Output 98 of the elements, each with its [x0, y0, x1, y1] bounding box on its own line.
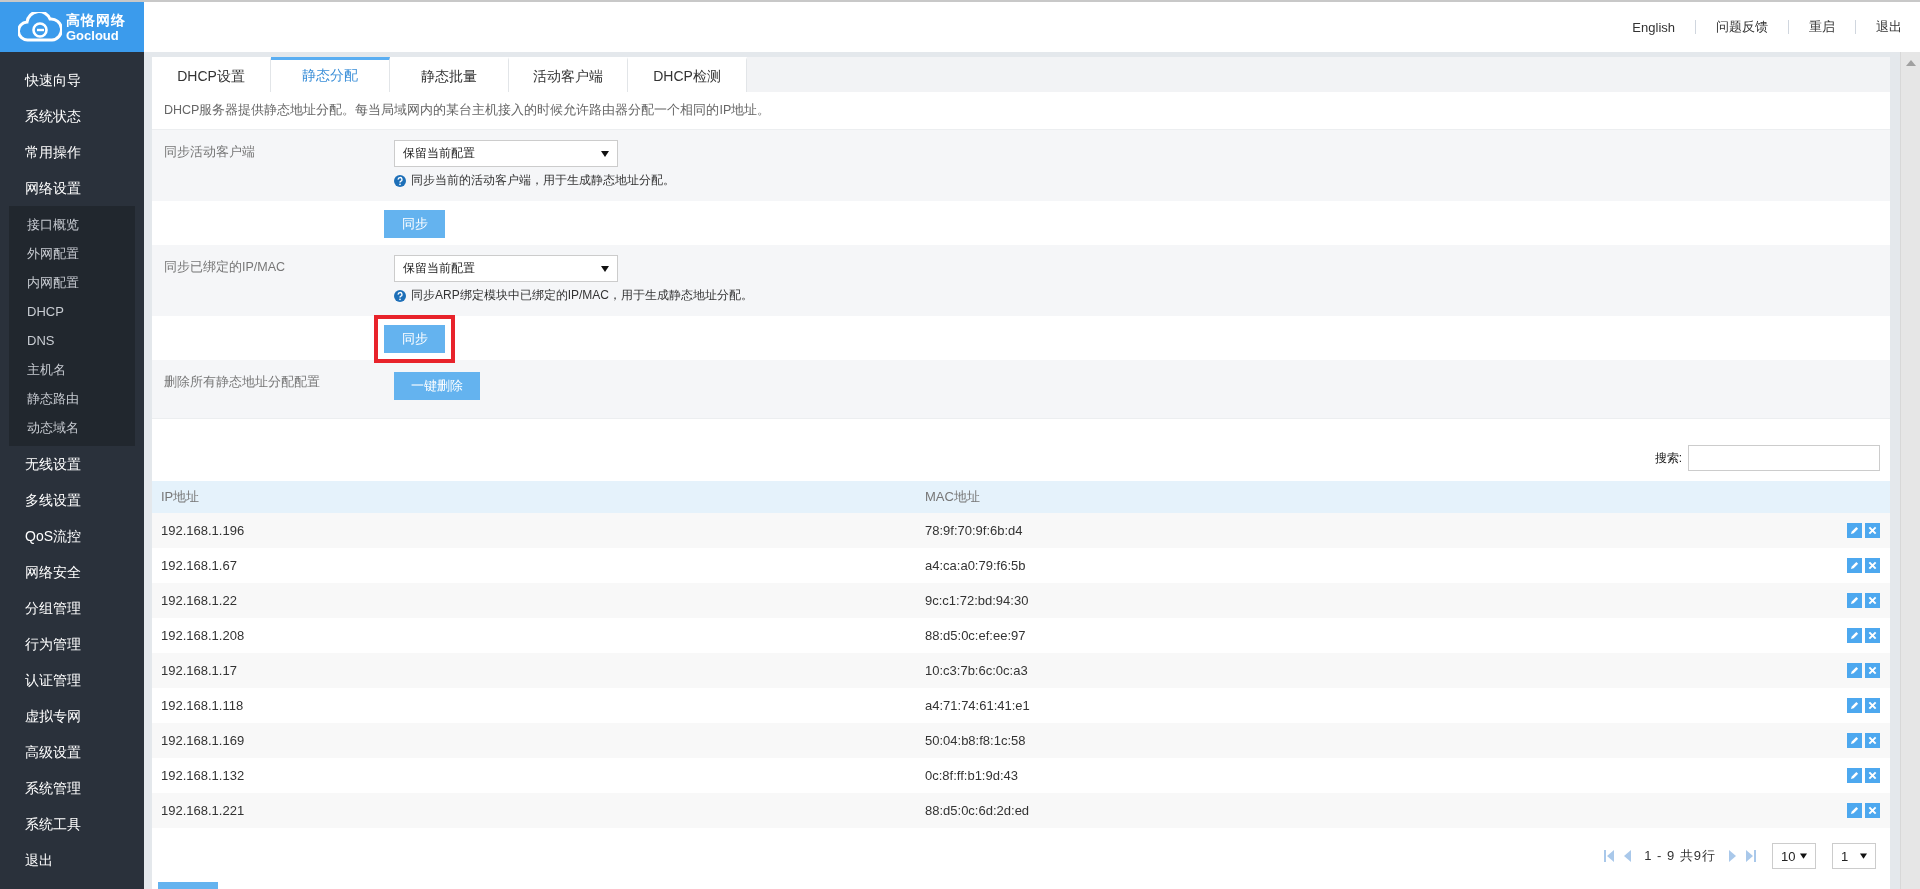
table-cell-text: 192.168.1.132 [160, 768, 246, 783]
header-link[interactable]: English [1612, 19, 1695, 35]
table-cell-text: 192.168.1.67 [160, 558, 238, 573]
close-icon[interactable] [1865, 523, 1880, 538]
caret-icon[interactable] [1860, 853, 1867, 859]
table-cell-text: 192.168.1.22 [160, 593, 238, 608]
table-cell-text: 10:c3:7b:6c:0c:a3 [924, 663, 1029, 678]
previous-page-icon[interactable] [1622, 850, 1633, 862]
table-cell-text: 88:d5:0c:ef:ee:97 [924, 628, 1027, 643]
tab[interactable]: DHCP设置 [152, 57, 271, 92]
submenu-item[interactable]: DHCP [9, 297, 135, 326]
help-icon [394, 289, 406, 302]
nav-item[interactable]: 退出 [0, 842, 144, 878]
close-icon[interactable] [1865, 698, 1880, 713]
nav-item[interactable]: 认证管理 [0, 662, 144, 698]
table-cell-text: 192.168.1.221 [160, 803, 246, 818]
table-cell-text: 192.168.1.118 [160, 698, 245, 713]
nav-item[interactable]: 快速向导 [0, 62, 144, 98]
close-icon[interactable] [1865, 768, 1880, 783]
edit-icon[interactable] [1847, 593, 1862, 608]
table-cell-text: 9c:c1:72:bd:94:30 [924, 593, 1030, 608]
column-header: MAC地址 [924, 488, 981, 506]
edit-icon[interactable] [1847, 733, 1862, 748]
table-cell-text: 78:9f:70:9f:6b:d4 [924, 523, 1024, 538]
nav-item[interactable]: QoS流控 [0, 518, 144, 554]
header-link[interactable]: 退出 [1856, 18, 1902, 36]
logo-subtitle: Gocloud [66, 28, 120, 42]
caret-icon[interactable] [601, 265, 609, 272]
dropdown[interactable]: 保留当前配置 [394, 255, 618, 282]
cloud-logo-icon [18, 12, 62, 42]
nav-item[interactable]: 系统管理 [0, 770, 144, 806]
caret-icon[interactable] [1800, 853, 1807, 859]
edit-icon[interactable] [1847, 698, 1862, 713]
nav-item[interactable]: 高级设置 [0, 734, 144, 770]
table-cell-text: 192.168.1.17 [160, 663, 238, 678]
field-label: 删除所有静态地址分配配置 [164, 375, 320, 389]
tab[interactable]: 活动客户端 [509, 57, 628, 92]
close-icon[interactable] [1865, 593, 1880, 608]
help-text: 同步当前的活动客户端，用于生成静态地址分配。 [411, 172, 675, 189]
table-cell-text: a4:71:74:61:41:e1 [924, 698, 1031, 713]
header-link[interactable]: 问题反馈 [1696, 18, 1788, 36]
table-cell-text: 192.168.1.196 [160, 523, 246, 538]
edit-icon[interactable] [1847, 523, 1862, 538]
submenu-item[interactable]: 内网配置 [9, 268, 135, 297]
table-cell-text: 0c:8f:ff:b1:9d:43 [924, 768, 1019, 783]
tab[interactable]: 静态分配 [271, 57, 390, 92]
page-summary: 1 - 9 共9行 [1644, 847, 1716, 865]
edit-icon[interactable] [1847, 768, 1862, 783]
edit-icon[interactable] [1847, 663, 1862, 678]
nav-item[interactable]: 多线设置 [0, 482, 144, 518]
edit-icon[interactable] [1847, 628, 1862, 643]
table-cell-text: 50:04:b8:f8:1c:58 [924, 733, 1027, 748]
table-cell-text: 192.168.1.208 [160, 628, 246, 643]
close-icon[interactable] [1865, 558, 1880, 573]
edit-icon[interactable] [1847, 803, 1862, 818]
nav-item[interactable]: 无线设置 [0, 446, 144, 482]
close-icon[interactable] [1865, 628, 1880, 643]
search-label: 搜索: [1654, 449, 1682, 467]
help-text: 同步ARP绑定模块中已绑定的IP/MAC，用于生成静态地址分配。 [411, 287, 753, 304]
submenu-item[interactable]: DNS [9, 326, 135, 355]
nav-item[interactable]: 行为管理 [0, 626, 144, 662]
nav-item[interactable]: 常用操作 [0, 134, 144, 170]
close-icon[interactable] [1865, 733, 1880, 748]
nav-item[interactable]: 分组管理 [0, 590, 144, 626]
field-label: 同步活动客户端 [164, 145, 255, 159]
page-size-select[interactable]: 10 [1772, 843, 1816, 869]
header-link[interactable]: 重启 [1789, 18, 1855, 36]
help-icon [394, 174, 406, 187]
submenu-item[interactable]: 外网配置 [9, 239, 135, 268]
scroll-up-icon[interactable] [1905, 60, 1916, 66]
nav-item[interactable]: 网络设置 [0, 170, 144, 206]
scrollbar[interactable] [1900, 52, 1920, 889]
logo-title: 高恪网络 [66, 12, 126, 27]
submenu-item[interactable]: 接口概览 [9, 210, 135, 239]
tab[interactable]: DHCP检测 [628, 57, 747, 92]
first-page-icon[interactable] [1604, 850, 1615, 862]
column-header: IP地址 [160, 488, 201, 506]
last-page-icon[interactable] [1746, 850, 1756, 862]
submenu-item[interactable]: 动态域名 [9, 413, 135, 442]
search-field[interactable] [1688, 445, 1880, 471]
submenu-item[interactable]: 静态路由 [9, 384, 135, 413]
tab[interactable]: 静态批量 [390, 57, 509, 92]
nav-item[interactable]: 系统工具 [0, 806, 144, 842]
close-icon[interactable] [1865, 803, 1880, 818]
table-cell-text: 192.168.1.169 [160, 733, 246, 748]
next-page-icon[interactable] [1728, 850, 1738, 862]
page-select[interactable]: 1 [1832, 843, 1876, 869]
submenu-item[interactable]: 主机名 [9, 355, 135, 384]
table-cell-text: a4:ca:a0:79:f6:5b [924, 558, 1027, 573]
field-label: 同步已绑定的IP/MAC [164, 260, 286, 274]
nav-item[interactable]: 网络安全 [0, 554, 144, 590]
edit-icon[interactable] [1847, 558, 1862, 573]
caret-icon[interactable] [601, 150, 609, 157]
dropdown[interactable]: 保留当前配置 [394, 140, 618, 167]
nav-item[interactable]: 系统状态 [0, 98, 144, 134]
close-icon[interactable] [1865, 663, 1880, 678]
table-cell-text: 88:d5:0c:6d:2d:ed [924, 803, 1031, 818]
nav-item[interactable]: 虚拟专网 [0, 698, 144, 734]
